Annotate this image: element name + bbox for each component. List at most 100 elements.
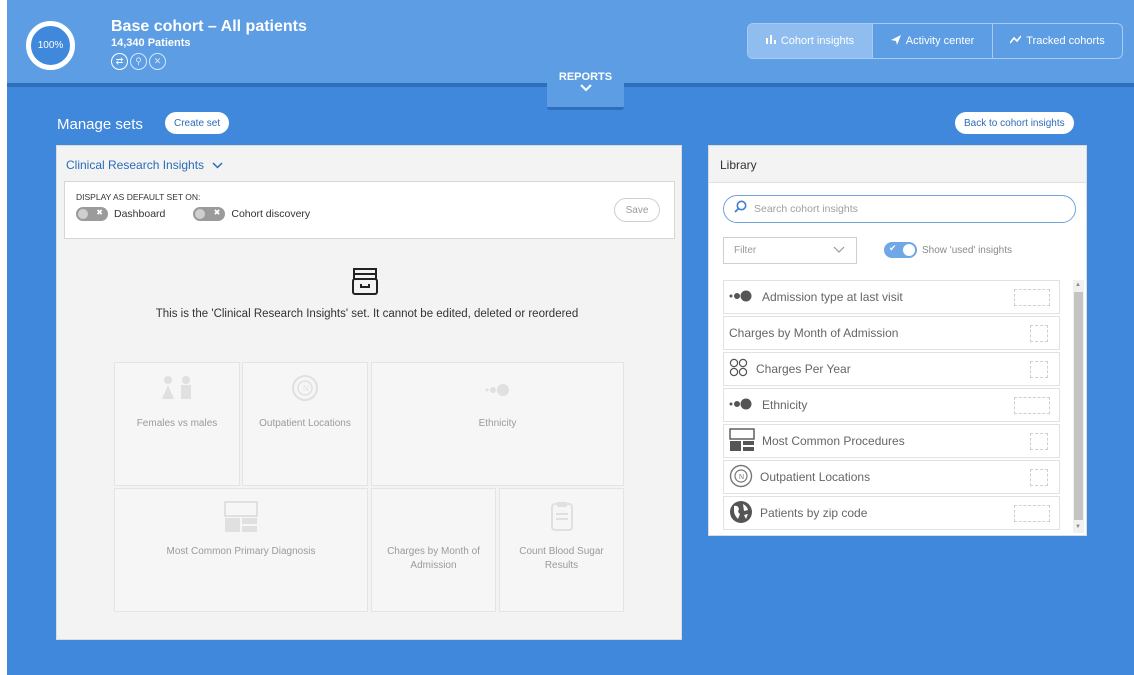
library-item-most-common-procedures[interactable]: Most Common Procedures [723,424,1060,458]
svg-text:N: N [739,474,744,481]
default-toggles: Dashboard Cohort discovery [76,207,310,221]
layout-icon [224,501,258,536]
library-item-label: Admission type at last visit [762,290,903,304]
layout-icon [729,427,755,455]
set-title: Clinical Research Insights [66,158,205,172]
library-item-label: Patients by zip code [760,506,868,520]
card-label: Ethnicity [478,418,517,429]
show-used-label: Show 'used' insights [922,244,1012,256]
insight-card-ethnicity: Ethnicity [371,362,624,486]
library-item-charges-per-year[interactable]: Charges Per Year [723,352,1060,386]
search-icon [734,200,747,218]
insight-card-females-vs-males: Females vs males [114,362,240,486]
tab-tracked-cohorts[interactable]: Tracked cohorts [992,24,1122,58]
insight-card-count-blood-sugar: Count Blood Sugar Results [499,488,624,612]
library-item-label: Most Common Procedures [762,434,905,448]
card-label: Females vs males [136,418,218,429]
reports-toggle[interactable]: REPORTS [547,70,624,110]
cohort-discovery-toggle[interactable] [193,207,226,221]
app-window: 100% Base cohort – All patients 14,340 P… [7,0,1134,675]
scroll-up-icon[interactable]: ▲ [1075,282,1081,288]
tab-label: Tracked cohorts [1026,35,1105,47]
cohort-discovery-toggle-label: Cohort discovery [231,208,311,220]
library-item-label: Charges Per Year [756,362,851,376]
tab-activity-center[interactable]: Activity center [872,24,992,58]
ethnicity-icon [729,398,755,413]
chevron-down-icon [547,83,624,95]
ethnicity-icon [729,290,755,305]
reports-label: REPORTS [558,71,613,83]
default-set-box: DISPLAY AS DEFAULT SET ON: Dashboard Coh… [64,181,675,239]
library-item-ethnicity[interactable]: Ethnicity [723,388,1060,422]
drag-placeholder [1030,469,1048,486]
back-to-insights-button[interactable]: Back to cohort insights [955,112,1074,134]
gender-icon [159,375,195,404]
library-scrollbar[interactable]: ▲ ▼ [1073,280,1084,533]
drag-placeholder [1030,361,1048,378]
globe-icon [729,500,753,527]
drag-placeholder [1014,289,1050,306]
close-icon[interactable]: ✕ [149,53,166,70]
drag-placeholder [1030,433,1048,450]
library-panel: Library Search cohort insights Filter Sh… [708,145,1087,536]
locked-set-message: This is the 'Clinical Research Insights'… [155,308,579,320]
ethnicity-icon [485,383,511,400]
card-label: Count Blood Sugar Results [519,546,604,571]
compass-icon: N [729,464,753,491]
progress-text: 100% [37,40,64,51]
save-button[interactable]: Save [614,198,660,222]
swap-icon[interactable]: ⇄ [111,53,128,70]
chevron-down-icon [212,158,223,172]
tab-label: Activity center [905,35,975,47]
card-label: Outpatient Locations [259,418,351,429]
show-used-switch[interactable] [884,242,917,258]
set-panel: Clinical Research Insights DISPLAY AS DE… [56,145,682,640]
insight-card-most-common-primary-diagnosis: Most Common Primary Diagnosis [114,488,368,612]
cohort-count: 14,340 Patients [111,37,191,49]
library-title: Library [709,146,1086,183]
chevron-down-icon [833,245,845,256]
progress-ring: 100% [26,21,75,70]
cohort-actions: ⇄ ⚲ ✕ [111,53,166,70]
library-item-admission-type[interactable]: Admission type at last visit [723,280,1060,314]
page-title: Manage sets [57,116,143,133]
svg-text:N: N [303,384,309,393]
pin-icon[interactable]: ⚲ [130,53,147,70]
clipboard-icon [550,501,574,534]
drag-placeholder [1030,325,1048,342]
send-icon [890,34,901,48]
show-used-toggle[interactable]: Show 'used' insights [884,242,1012,258]
filter-label: Filter [734,245,757,256]
filter-select[interactable]: Filter [723,237,857,264]
card-label: Charges by Month of Admission [387,546,480,571]
tab-label: Cohort insights [780,35,855,47]
library-item-patients-by-zip[interactable]: Patients by zip code [723,496,1060,530]
scroll-down-icon[interactable]: ▼ [1075,524,1081,530]
library-item-outpatient-locations[interactable]: N Outpatient Locations [723,460,1060,494]
default-set-label: DISPLAY AS DEFAULT SET ON: [76,192,201,202]
scroll-thumb[interactable] [1074,292,1083,520]
library-list: Admission type at last visit Charges by … [723,280,1060,532]
insight-card-outpatient-locations: N Outpatient Locations [242,362,368,486]
library-search-input[interactable]: Search cohort insights [723,195,1076,223]
search-placeholder: Search cohort insights [754,203,858,215]
library-item-label: Ethnicity [762,398,808,412]
trend-icon [1009,35,1022,47]
tab-cohort-insights[interactable]: Cohort insights [748,24,872,58]
library-item-label: Outpatient Locations [760,470,871,484]
insight-card-charges-by-month: Charges by Month of Admission [371,488,496,612]
dashboard-toggle[interactable] [76,207,108,221]
library-item-charges-by-month[interactable]: Charges by Month of Admission [723,316,1060,350]
bar-chart-icon [765,35,776,47]
dashboard-toggle-label: Dashboard [114,208,166,220]
compass-icon: N [292,375,318,404]
create-set-button[interactable]: Create set [165,112,230,134]
set-selector[interactable]: Clinical Research Insights [66,158,223,172]
archive-icon [352,268,378,296]
drag-placeholder [1014,505,1050,522]
drag-placeholder [1014,397,1050,414]
clocks-icon [729,358,749,381]
card-label: Most Common Primary Diagnosis [166,546,316,557]
cohort-title[interactable]: Base cohort – All patients [111,18,307,36]
library-item-label: Charges by Month of Admission [729,326,899,340]
